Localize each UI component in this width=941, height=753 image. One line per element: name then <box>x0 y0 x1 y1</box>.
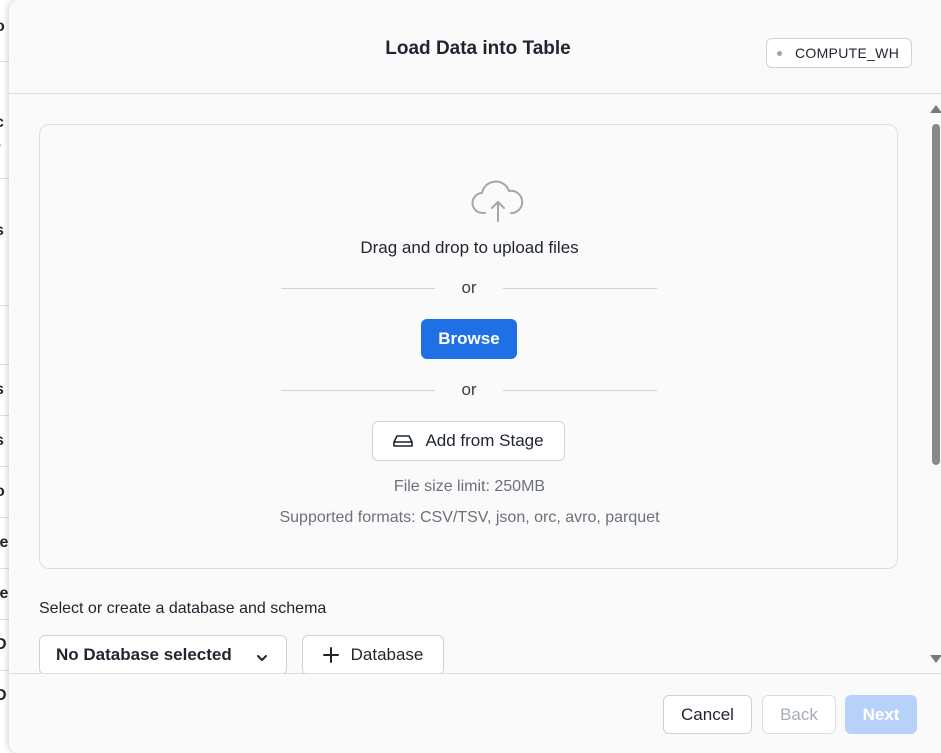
status-dot-icon <box>777 50 782 56</box>
load-data-modal: Load Data into Table COMPUTE_WH Drag and… <box>9 0 941 753</box>
scroll-up-arrow[interactable] <box>930 105 941 113</box>
drag-drop-text: Drag and drop to upload files <box>360 238 579 257</box>
database-select[interactable]: No Database selected <box>39 635 287 675</box>
scroll-down-arrow[interactable] <box>930 655 941 663</box>
cloud-upload-icon <box>471 177 525 230</box>
warehouse-selector[interactable]: COMPUTE_WH <box>766 38 913 68</box>
chevron-down-icon <box>256 649 268 669</box>
supported-formats: Supported formats: CSV/TSV, json, orc, a… <box>279 509 660 526</box>
file-dropzone[interactable]: Drag and drop to upload files or Browse … <box>39 124 898 569</box>
or-label: or <box>461 380 477 399</box>
browse-button[interactable]: Browse <box>421 319 517 359</box>
divider-line <box>281 288 435 289</box>
divider-line <box>503 390 657 391</box>
or-label: or <box>461 278 477 297</box>
back-button[interactable]: Back <box>762 695 836 734</box>
add-from-stage-label: Add from Stage <box>425 431 544 450</box>
add-database-button[interactable]: Database <box>302 635 444 675</box>
stage-drive-icon <box>393 434 414 448</box>
or-divider: or <box>281 278 657 298</box>
divider-line <box>503 288 657 289</box>
or-divider: or <box>281 380 657 400</box>
database-select-value: No Database selected <box>56 645 232 664</box>
database-section-label: Select or create a database and schema <box>39 600 327 617</box>
divider-line <box>281 390 435 391</box>
modal-header: Load Data into Table COMPUTE_WH <box>9 0 941 94</box>
file-size-limit: File size limit: 250MB <box>393 478 546 495</box>
plus-icon <box>322 647 339 663</box>
add-from-stage-button[interactable]: Add from Stage <box>372 421 565 461</box>
warehouse-name: COMPUTE_WH <box>795 45 900 61</box>
cancel-button[interactable]: Cancel <box>663 695 752 734</box>
add-database-label: Database <box>350 645 424 664</box>
modal-footer: Cancel Back Next <box>9 673 941 753</box>
next-button[interactable]: Next <box>845 695 917 734</box>
scrollbar-thumb[interactable] <box>932 124 940 465</box>
